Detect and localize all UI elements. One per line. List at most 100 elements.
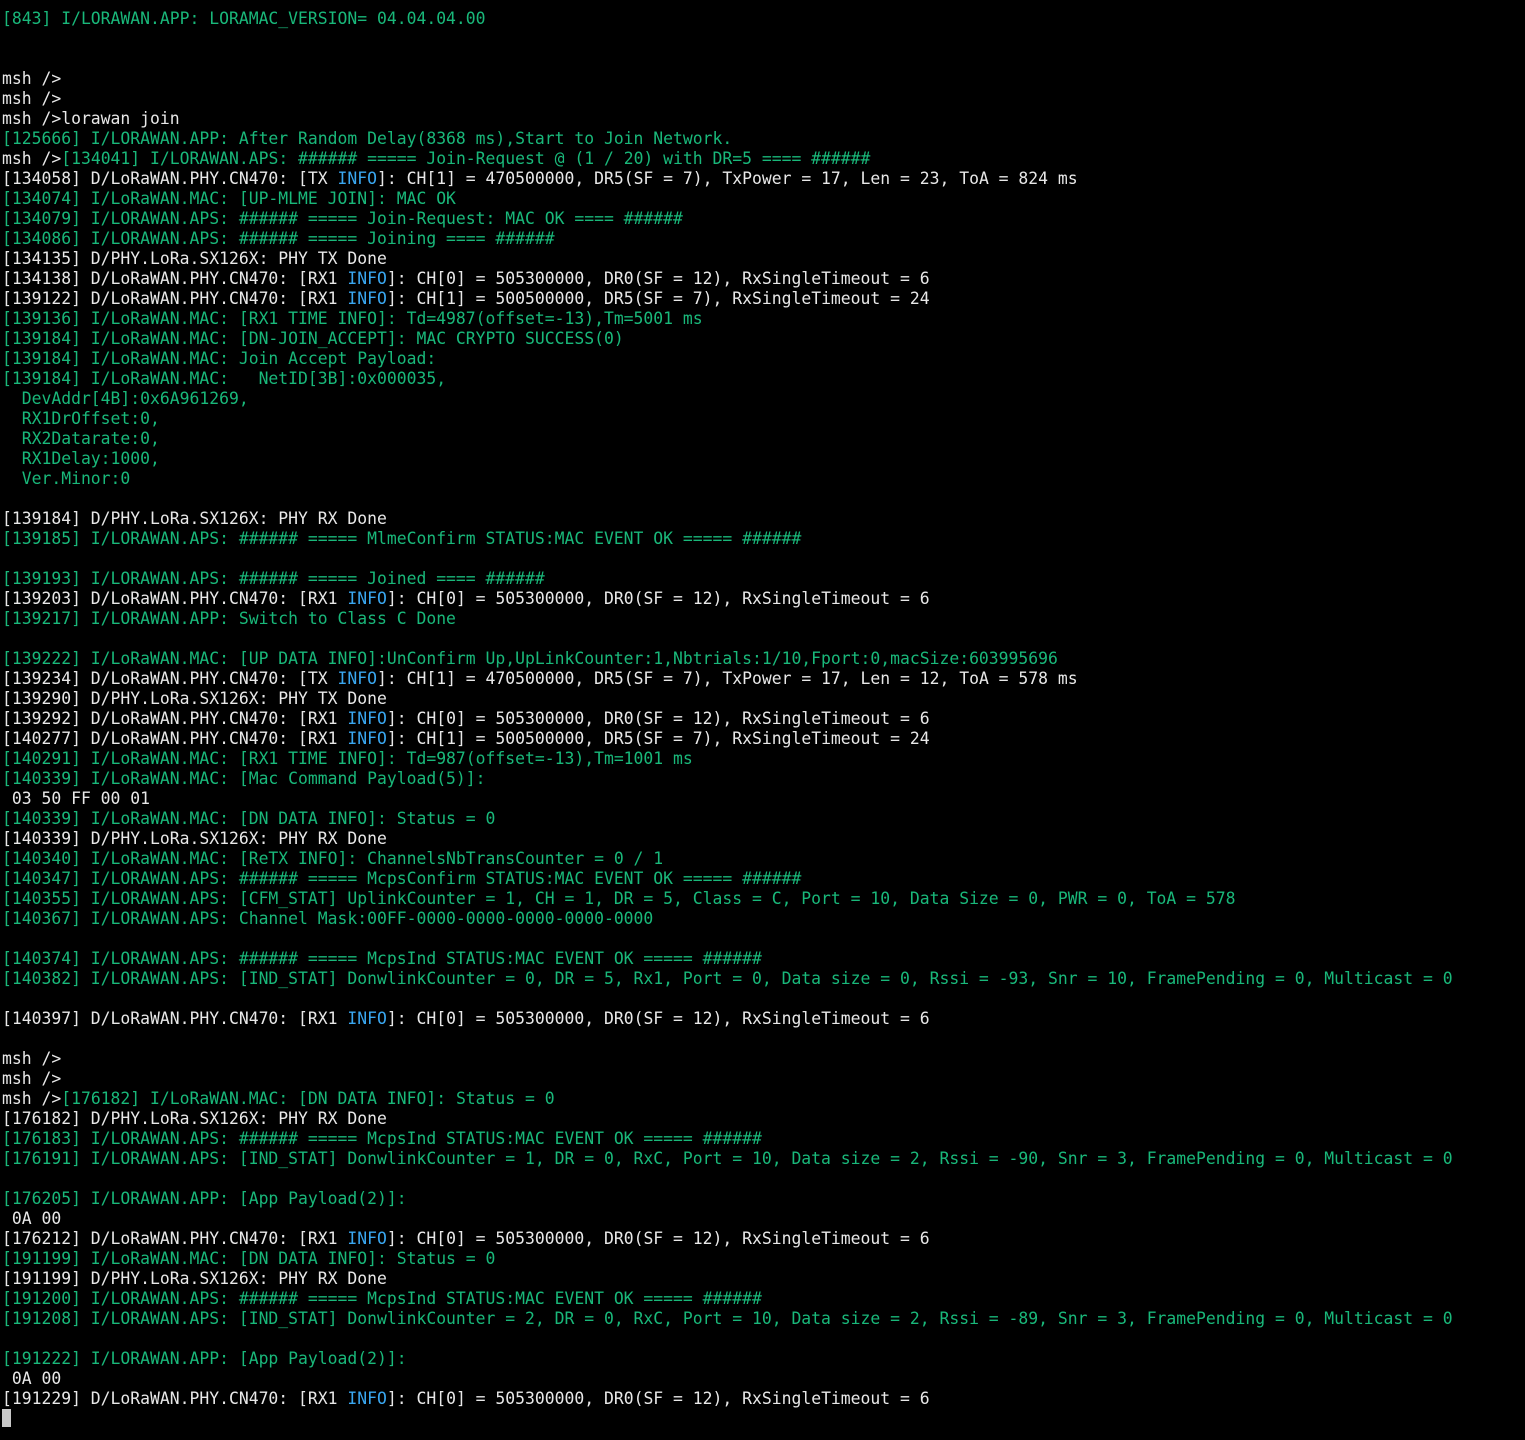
log-line: [140277] D/LoRaWAN.PHY.CN470: [RX1 INFO]…: [0, 729, 1525, 749]
log-text: [176205] I/LORAWAN.APP: [App Payload(2)]…: [2, 1189, 407, 1208]
log-line: msh />: [0, 1049, 1525, 1069]
log-line: [140339] I/LoRaWAN.MAC: [DN DATA INFO]: …: [0, 809, 1525, 829]
log-line: [139290] D/PHY.LoRa.SX126X: PHY TX Done: [0, 689, 1525, 709]
log-line: [139184] I/LoRaWAN.MAC: Join Accept Payl…: [0, 349, 1525, 369]
log-line: [139203] D/LoRaWAN.PHY.CN470: [RX1 INFO]…: [0, 589, 1525, 609]
log-line: [140397] D/LoRaWAN.PHY.CN470: [RX1 INFO]…: [0, 1009, 1525, 1029]
log-text: [843] I/LORAWAN.APP: LORAMAC_VERSION= 04…: [2, 9, 486, 28]
log-text: [139193] I/LORAWAN.APS: ###### ===== Joi…: [2, 569, 545, 588]
log-text: 0A 00: [2, 1209, 62, 1228]
log-text: [139184] D/PHY.LoRa.SX126X: PHY RX Done: [2, 509, 387, 528]
log-line: [139193] I/LORAWAN.APS: ###### ===== Joi…: [0, 569, 1525, 589]
log-text: [140277] D/LoRaWAN.PHY.CN470: [RX1: [2, 729, 348, 748]
log-text: ]: CH[1] = 500500000, DR5(SF = 7), RxSin…: [386, 289, 930, 308]
log-text: [139122] D/LoRaWAN.PHY.CN470: [RX1: [2, 289, 348, 308]
log-line: [140367] I/LORAWAN.APS: Channel Mask:00F…: [0, 909, 1525, 929]
log-line: [140291] I/LoRaWAN.MAC: [RX1 TIME INFO]:…: [0, 749, 1525, 769]
log-text: [139184] I/LoRaWAN.MAC: Join Accept Payl…: [2, 349, 437, 368]
log-text: [139184] I/LoRaWAN.MAC: NetID[3B]:0x0000…: [2, 369, 447, 388]
log-line: [140382] I/LORAWAN.APS: [IND_STAT] Donwl…: [0, 969, 1525, 989]
log-line: [139185] I/LORAWAN.APS: ###### ===== Mlm…: [0, 529, 1525, 549]
log-line: msh />[176182] I/LoRaWAN.MAC: [DN DATA I…: [0, 1089, 1525, 1109]
log-line: [191200] I/LORAWAN.APS: ###### ===== Mcp…: [0, 1289, 1525, 1309]
log-line: [139292] D/LoRaWAN.PHY.CN470: [RX1 INFO]…: [0, 709, 1525, 729]
log-text: [140397] D/LoRaWAN.PHY.CN470: [RX1: [2, 1009, 348, 1028]
log-text: [140339] I/LoRaWAN.MAC: [DN DATA INFO]: …: [2, 809, 496, 828]
log-text: [191199] D/PHY.LoRa.SX126X: PHY RX Done: [2, 1269, 387, 1288]
log-line: [140347] I/LORAWAN.APS: ###### ===== Mcp…: [0, 869, 1525, 889]
log-text: [139234] D/LoRaWAN.PHY.CN470: [TX: [2, 669, 338, 688]
log-line: [139184] I/LoRaWAN.MAC: NetID[3B]:0x0000…: [0, 369, 1525, 389]
log-text: ]: CH[1] = 500500000, DR5(SF = 7), RxSin…: [386, 729, 930, 748]
log-text: [140355] I/LORAWAN.APS: [CFM_STAT] Uplin…: [2, 889, 1236, 908]
log-line: [139184] D/PHY.LoRa.SX126X: PHY RX Done: [0, 509, 1525, 529]
log-line: RX1Delay:1000,: [0, 449, 1525, 469]
log-line: 0A 00: [0, 1369, 1525, 1389]
log-text: [191208] I/LORAWAN.APS: [IND_STAT] Donwl…: [2, 1309, 1453, 1328]
log-text: msh />: [2, 1089, 62, 1108]
log-text: [140374] I/LORAWAN.APS: ###### ===== Mcp…: [2, 949, 762, 968]
log-text: Ver.Minor:0: [2, 469, 131, 488]
log-text: [140367] I/LORAWAN.APS: Channel Mask:00F…: [2, 909, 654, 928]
log-text: [134079] I/LORAWAN.APS: ###### ===== Joi…: [2, 209, 683, 228]
log-text: ]: CH[0] = 505300000, DR0(SF = 12), RxSi…: [386, 1009, 930, 1028]
log-line: [134058] D/LoRaWAN.PHY.CN470: [TX INFO]:…: [0, 169, 1525, 189]
log-line: msh />: [0, 89, 1525, 109]
log-text: 0A 00: [2, 1369, 62, 1388]
log-text: [134058] D/LoRaWAN.PHY.CN470: [TX: [2, 169, 338, 188]
log-line: [176212] D/LoRaWAN.PHY.CN470: [RX1 INFO]…: [0, 1229, 1525, 1249]
log-text: [139217] I/LORAWAN.APP: Switch to Class …: [2, 609, 456, 628]
terminal-output: [843] I/LORAWAN.APP: LORAMAC_VERSION= 04…: [0, 9, 1525, 1409]
log-line: [140339] D/PHY.LoRa.SX126X: PHY RX Done: [0, 829, 1525, 849]
log-line: [140339] I/LoRaWAN.MAC: [Mac Command Pay…: [0, 769, 1525, 789]
log-line: [134079] I/LORAWAN.APS: ###### ===== Joi…: [0, 209, 1525, 229]
log-text: [191222] I/LORAWAN.APP: [App Payload(2)]…: [2, 1349, 407, 1368]
log-text: msh />: [2, 1049, 62, 1068]
info-tag: INFO: [347, 709, 387, 728]
log-text: msh />: [2, 1069, 62, 1088]
log-text: DevAddr[4B]:0x6A961269,: [2, 389, 249, 408]
log-line: [176205] I/LORAWAN.APP: [App Payload(2)]…: [0, 1189, 1525, 1209]
info-tag: INFO: [347, 1229, 387, 1248]
log-line: [191199] I/LoRaWAN.MAC: [DN DATA INFO]: …: [0, 1249, 1525, 1269]
log-line: [176191] I/LORAWAN.APS: [IND_STAT] Donwl…: [0, 1149, 1525, 1169]
log-text: [134041] I/LORAWAN.APS: ###### ===== Joi…: [61, 149, 871, 168]
info-tag: INFO: [347, 589, 387, 608]
log-line: [139136] I/LoRaWAN.MAC: [RX1 TIME INFO]:…: [0, 309, 1525, 329]
terminal-prompt-line[interactable]: [0, 1409, 1525, 1429]
log-line: RX2Datarate:0,: [0, 429, 1525, 449]
log-line: [140355] I/LORAWAN.APS: [CFM_STAT] Uplin…: [0, 889, 1525, 909]
log-text: [140340] I/LoRaWAN.MAC: [ReTX INFO]: Cha…: [2, 849, 664, 868]
log-text: RX1Delay:1000,: [2, 449, 160, 468]
log-text: [140347] I/LORAWAN.APS: ###### ===== Mcp…: [2, 869, 802, 888]
log-text: ]: CH[0] = 505300000, DR0(SF = 12), RxSi…: [386, 709, 930, 728]
log-text: [176212] D/LoRaWAN.PHY.CN470: [RX1: [2, 1229, 348, 1248]
log-line: DevAddr[4B]:0x6A961269,: [0, 389, 1525, 409]
terminal-window[interactable]: [843] I/LORAWAN.APP: LORAMAC_VERSION= 04…: [0, 0, 1525, 1440]
log-line: [139217] I/LORAWAN.APP: Switch to Class …: [0, 609, 1525, 629]
log-text: [134135] D/PHY.LoRa.SX126X: PHY TX Done: [2, 249, 387, 268]
log-text: [191200] I/LORAWAN.APS: ###### ===== Mcp…: [2, 1289, 762, 1308]
log-line: [191229] D/LoRaWAN.PHY.CN470: [RX1 INFO]…: [0, 1389, 1525, 1409]
log-line: [139184] I/LoRaWAN.MAC: [DN-JOIN_ACCEPT]…: [0, 329, 1525, 349]
log-line: [191222] I/LORAWAN.APP: [App Payload(2)]…: [0, 1349, 1525, 1369]
log-text: ]: CH[1] = 470500000, DR5(SF = 7), TxPow…: [377, 169, 1078, 188]
log-text: [139184] I/LoRaWAN.MAC: [DN-JOIN_ACCEPT]…: [2, 329, 624, 348]
log-text: RX2Datarate:0,: [2, 429, 160, 448]
info-tag: INFO: [337, 169, 377, 188]
log-line: [176182] D/PHY.LoRa.SX126X: PHY RX Done: [0, 1109, 1525, 1129]
info-tag: INFO: [347, 269, 387, 288]
log-line: msh />: [0, 69, 1525, 89]
log-text: [134138] D/LoRaWAN.PHY.CN470: [RX1: [2, 269, 348, 288]
log-text: [140382] I/LORAWAN.APS: [IND_STAT] Donwl…: [2, 969, 1453, 988]
log-text: [191229] D/LoRaWAN.PHY.CN470: [RX1: [2, 1389, 348, 1408]
log-text: [139290] D/PHY.LoRa.SX126X: PHY TX Done: [2, 689, 387, 708]
log-text: [139222] I/LoRaWAN.MAC: [UP DATA INFO]:U…: [2, 649, 1058, 668]
